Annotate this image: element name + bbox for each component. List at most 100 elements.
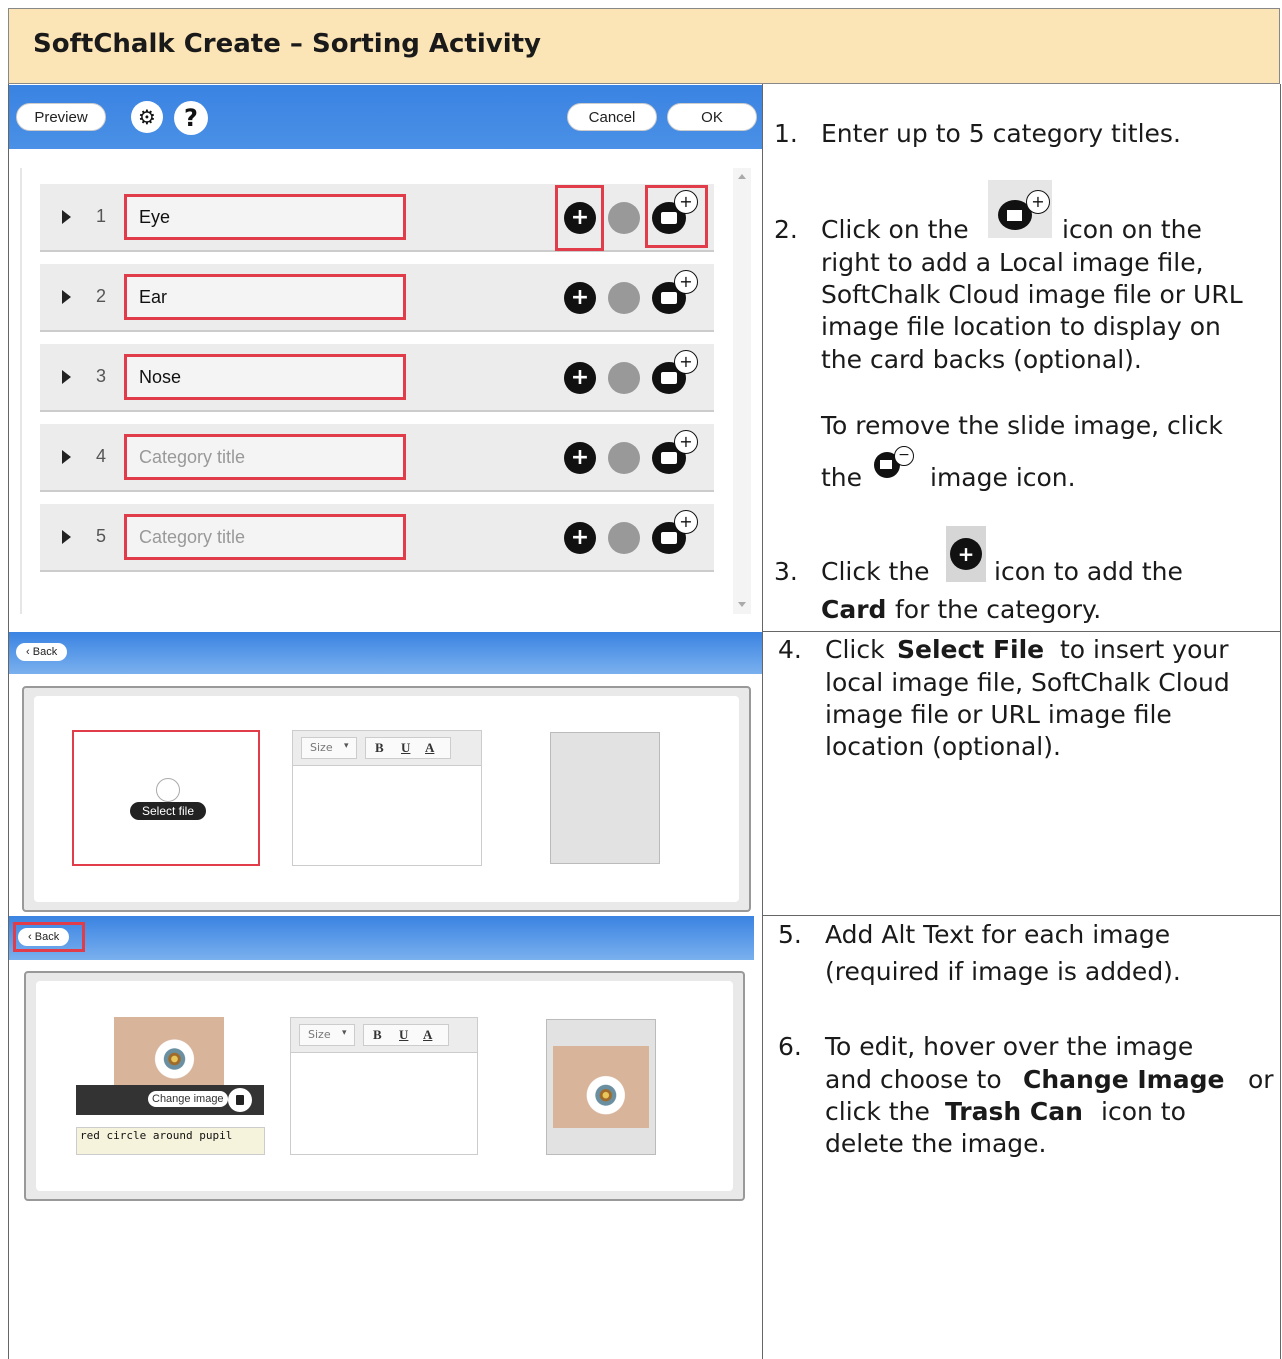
trash-icon[interactable] bbox=[608, 202, 640, 234]
format-buttons: B U A bbox=[363, 1024, 449, 1046]
card-back-preview bbox=[546, 1019, 656, 1155]
font-color-button[interactable]: A bbox=[425, 740, 434, 756]
instruction-text: the card backs (optional). bbox=[821, 345, 1142, 374]
instruction-text: SoftChalk Cloud image file or URL bbox=[821, 280, 1243, 309]
category-number: 3 bbox=[96, 366, 107, 386]
category-title-input[interactable]: Nose bbox=[124, 354, 406, 400]
image-placeholder-icon bbox=[156, 778, 180, 802]
expand-triangle-icon[interactable] bbox=[62, 450, 71, 464]
step-number: 6. bbox=[778, 1032, 802, 1061]
instruction-text: the bbox=[821, 463, 863, 492]
trash-can-icon[interactable] bbox=[228, 1088, 252, 1112]
text-editor[interactable]: Size ▾ B U A bbox=[292, 730, 482, 866]
change-image-button[interactable]: Change image bbox=[148, 1091, 228, 1107]
add-card-icon[interactable]: + bbox=[564, 442, 596, 474]
step-number: 5. bbox=[778, 920, 802, 949]
instruction-text: image file or URL image file bbox=[825, 700, 1172, 729]
highlight-box bbox=[13, 922, 85, 952]
text-editor-toolbar: Size ▾ B U A bbox=[293, 731, 481, 766]
scrollbar[interactable] bbox=[733, 168, 751, 614]
card-editor-body: Select file Size ▾ B U A bbox=[34, 696, 739, 902]
category-title-value: Eye bbox=[139, 207, 171, 227]
trash-icon[interactable] bbox=[608, 442, 640, 474]
image-hover-bar: Change image bbox=[76, 1085, 264, 1115]
step-number: 4. bbox=[778, 635, 802, 664]
underline-button[interactable]: U bbox=[401, 740, 410, 756]
highlight-box bbox=[555, 185, 604, 251]
trash-icon[interactable] bbox=[608, 282, 640, 314]
underline-button[interactable]: U bbox=[399, 1027, 408, 1043]
category-number: 1 bbox=[96, 206, 107, 226]
category-row: 4 Category title + + bbox=[40, 424, 714, 492]
category-row: 2 Ear + + bbox=[40, 264, 714, 332]
table-border-right bbox=[1280, 84, 1281, 1359]
instruction-text: or bbox=[1248, 1065, 1274, 1094]
size-label: Size bbox=[308, 1028, 331, 1041]
category-title-input[interactable]: Category title bbox=[124, 434, 406, 480]
gear-icon[interactable]: ⚙ bbox=[131, 101, 163, 133]
instruction-text: Click bbox=[825, 635, 885, 664]
add-image-icon[interactable]: + bbox=[652, 350, 698, 394]
scroll-down-arrow[interactable] bbox=[738, 602, 746, 607]
image-drop-zone[interactable]: Select file bbox=[72, 730, 260, 866]
add-image-icon[interactable]: + bbox=[652, 270, 698, 314]
instruction-text-bold: Change Image bbox=[1023, 1065, 1225, 1094]
expand-triangle-icon[interactable] bbox=[62, 370, 71, 384]
size-label: Size bbox=[310, 741, 333, 754]
add-card-icon[interactable]: + bbox=[564, 362, 596, 394]
instruction-text: (required if image is added). bbox=[825, 957, 1181, 986]
category-title-input[interactable]: Category title bbox=[124, 514, 406, 560]
instruction-text: Click on the bbox=[821, 215, 969, 244]
step-number: 3. bbox=[774, 557, 798, 586]
document-title-row: SoftChalk Create – Sorting Activity bbox=[8, 8, 1280, 84]
cancel-button[interactable]: Cancel bbox=[567, 103, 657, 131]
add-card-icon: + bbox=[946, 526, 986, 582]
instruction-text: image icon. bbox=[930, 463, 1076, 492]
add-image-icon[interactable]: + bbox=[652, 510, 698, 554]
add-image-icon: + bbox=[988, 180, 1052, 238]
select-file-button[interactable]: Select file bbox=[130, 802, 207, 820]
size-dropdown[interactable]: Size ▾ bbox=[299, 1024, 355, 1046]
font-color-button[interactable]: A bbox=[423, 1027, 432, 1043]
text-editor[interactable]: Size ▾ B U A bbox=[290, 1017, 478, 1155]
scroll-up-arrow[interactable] bbox=[738, 174, 746, 179]
category-title-input[interactable]: Ear bbox=[124, 274, 406, 320]
alt-text-input[interactable]: red circle around pupil bbox=[76, 1127, 265, 1155]
bold-button[interactable]: B bbox=[373, 1027, 382, 1043]
instruction-text: right to add a Local image file, bbox=[821, 248, 1204, 277]
preview-button[interactable]: Preview bbox=[16, 103, 106, 131]
expand-triangle-icon[interactable] bbox=[62, 290, 71, 304]
instruction-text: to insert your bbox=[1060, 635, 1229, 664]
instruction-text: icon to bbox=[1101, 1097, 1186, 1126]
expand-triangle-icon[interactable] bbox=[62, 530, 71, 544]
back-button[interactable]: ‹ Back bbox=[16, 643, 68, 661]
category-number: 2 bbox=[96, 286, 107, 306]
card-editor-body: Change image red circle around pupil Siz… bbox=[36, 981, 733, 1191]
add-card-icon[interactable]: + bbox=[564, 282, 596, 314]
instruction-text-bold: Select File bbox=[897, 635, 1045, 664]
category-row: 1 Eye + + bbox=[40, 184, 714, 252]
instruction-text-bold: Trash Can bbox=[945, 1097, 1083, 1126]
add-image-icon[interactable]: + bbox=[652, 430, 698, 474]
add-card-icon[interactable]: + bbox=[564, 522, 596, 554]
instruction-text: Click the bbox=[821, 557, 930, 586]
instruction-text: Add Alt Text for each image bbox=[825, 920, 1171, 949]
instruction-text: image file location to display on bbox=[821, 312, 1221, 341]
bold-button[interactable]: B bbox=[375, 740, 384, 756]
trash-icon[interactable] bbox=[608, 362, 640, 394]
trash-icon[interactable] bbox=[608, 522, 640, 554]
category-row: 5 Category title + + bbox=[40, 504, 714, 572]
category-title-value: Nose bbox=[139, 367, 182, 387]
category-title-placeholder: Category title bbox=[139, 527, 246, 547]
expand-triangle-icon[interactable] bbox=[62, 210, 71, 224]
help-icon[interactable]: ? bbox=[174, 101, 208, 135]
card-back-preview bbox=[550, 732, 660, 864]
instruction-text: local image file, SoftChalk Cloud bbox=[825, 668, 1230, 697]
instruction-text: click the bbox=[825, 1097, 930, 1126]
category-title-input[interactable]: Eye bbox=[124, 194, 406, 240]
table-row-divider bbox=[762, 915, 1280, 916]
size-dropdown[interactable]: Size ▾ bbox=[301, 737, 357, 759]
remove-image-icon: − bbox=[874, 446, 914, 478]
instruction-text: icon to add the bbox=[994, 557, 1183, 586]
ok-button[interactable]: OK bbox=[667, 103, 757, 131]
